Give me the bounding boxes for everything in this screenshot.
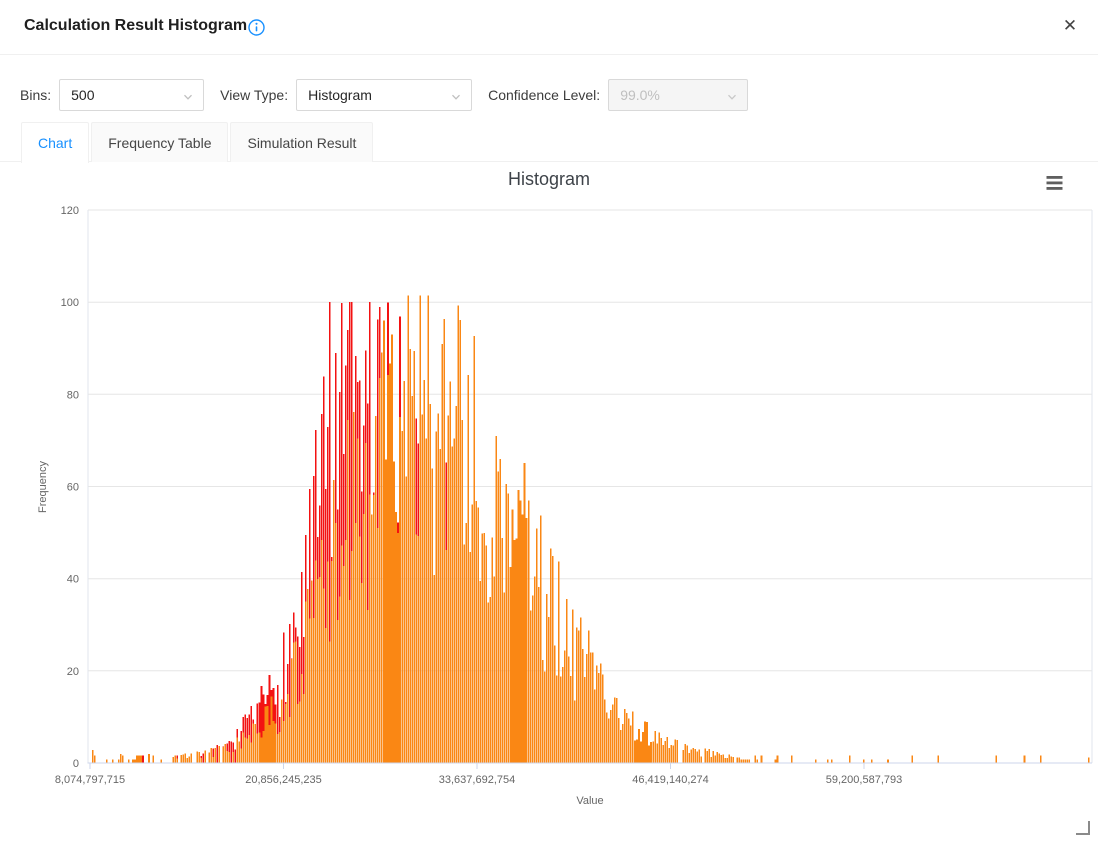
svg-text:20: 20 xyxy=(67,666,79,678)
dialog-header: Calculation Result Histogram ✕ xyxy=(0,0,1098,55)
y-axis-title: Frequency xyxy=(37,461,49,513)
svg-text:0: 0 xyxy=(73,758,79,770)
chevron-down-icon xyxy=(726,90,738,106)
bins-label: Bins: xyxy=(20,87,51,103)
bins-select[interactable]: 500 xyxy=(59,79,204,111)
view-type-select[interactable]: Histogram xyxy=(296,79,472,111)
confidence-level-label: Confidence Level: xyxy=(488,87,600,103)
x-axis-title: Value xyxy=(576,795,603,807)
svg-text:20,856,245,235: 20,856,245,235 xyxy=(245,774,321,786)
view-type-label: View Type: xyxy=(220,87,288,103)
histogram-chart: 0 20 40 60 80 100 120 8,074,797,715 20,856,245,2… xyxy=(0,160,1098,850)
info-icon[interactable] xyxy=(248,19,265,36)
svg-text:100: 100 xyxy=(61,297,79,309)
resize-handle-icon[interactable] xyxy=(1076,821,1090,835)
chart-menu-icon[interactable] xyxy=(1046,176,1063,190)
histogram-bars xyxy=(92,295,1090,763)
tab-chart[interactable]: Chart xyxy=(21,122,89,163)
tab-simulation-result[interactable]: Simulation Result xyxy=(230,122,373,162)
confidence-level-select[interactable]: 99.0% xyxy=(608,79,748,111)
dialog-title: Calculation Result Histogram xyxy=(24,17,247,35)
svg-text:80: 80 xyxy=(67,389,79,401)
controls-row: Bins: 500 View Type: Histogram Confidenc… xyxy=(20,79,748,111)
tab-frequency-table[interactable]: Frequency Table xyxy=(91,122,228,162)
chevron-down-icon xyxy=(182,90,194,106)
svg-text:33,637,692,754: 33,637,692,754 xyxy=(439,774,515,786)
tab-bar: Chart Frequency Table Simulation Result xyxy=(0,122,1098,162)
chart-axes xyxy=(88,763,1093,769)
view-type-select-value: Histogram xyxy=(308,87,372,103)
svg-text:120: 120 xyxy=(61,205,79,217)
svg-text:40: 40 xyxy=(67,574,79,586)
chevron-down-icon xyxy=(450,90,462,106)
chart-title: Histogram xyxy=(0,169,1098,190)
series-orange xyxy=(92,295,1090,763)
svg-text:8,074,797,715: 8,074,797,715 xyxy=(55,774,125,786)
close-icon[interactable]: ✕ xyxy=(1059,15,1081,37)
confidence-level-select-value: 99.0% xyxy=(620,87,660,103)
svg-text:59,200,587,793: 59,200,587,793 xyxy=(826,774,902,786)
bins-select-value: 500 xyxy=(71,87,94,103)
svg-text:60: 60 xyxy=(67,482,79,494)
svg-text:46,419,140,274: 46,419,140,274 xyxy=(632,774,708,786)
